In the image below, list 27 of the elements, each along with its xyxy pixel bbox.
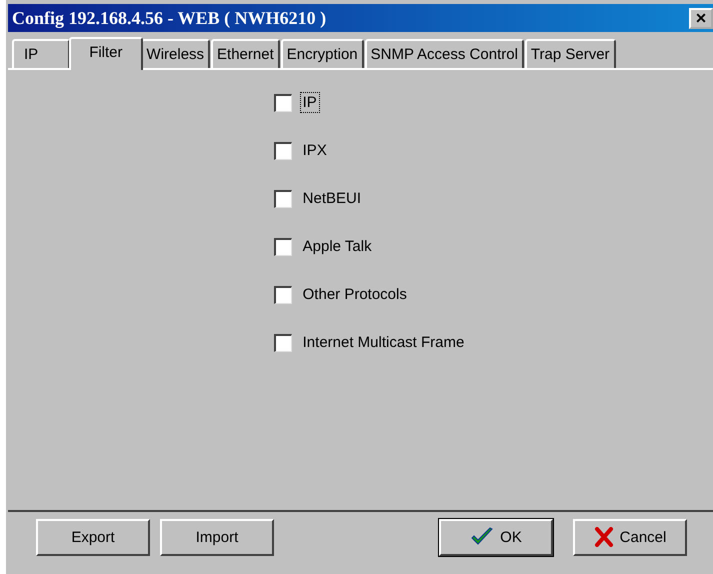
tab[interactable]: Filter [69, 37, 143, 70]
cancel-button[interactable]: Cancel [573, 518, 687, 556]
dialog-button[interactable]: Export [36, 518, 150, 556]
checkbox[interactable] [274, 142, 292, 160]
checkbox-label[interactable]: Apple Talk [300, 236, 375, 257]
checkbox[interactable] [274, 94, 292, 112]
dialog-button[interactable]: Import [160, 518, 274, 556]
tab[interactable]: Encryption [280, 39, 364, 68]
tab[interactable]: SNMP Access Control [364, 39, 524, 68]
checkbox[interactable] [274, 334, 292, 352]
tab[interactable]: Wireless [140, 39, 210, 68]
checkbox-label[interactable]: IPX [300, 140, 330, 161]
checkbox-label[interactable]: IP [300, 92, 320, 113]
tab[interactable]: IP [12, 39, 70, 68]
checkbox-label[interactable]: Other Protocols [300, 284, 410, 305]
checkbox-label[interactable]: NetBEUI [300, 188, 364, 209]
close-button[interactable]: × [689, 8, 713, 28]
ok-button[interactable]: OK [439, 518, 553, 556]
checkbox[interactable] [274, 190, 292, 208]
tab[interactable]: Ethernet [211, 39, 280, 68]
window-title: Config 192.168.4.56 - WEB ( NWH6210 ) [12, 8, 326, 28]
checkmark-icon [470, 527, 494, 547]
checkbox[interactable] [274, 286, 292, 304]
checkbox-label[interactable]: Internet Multicast Frame [300, 332, 468, 353]
tab[interactable]: Trap Server [524, 39, 616, 68]
x-icon [594, 527, 614, 547]
checkbox[interactable] [274, 238, 292, 256]
